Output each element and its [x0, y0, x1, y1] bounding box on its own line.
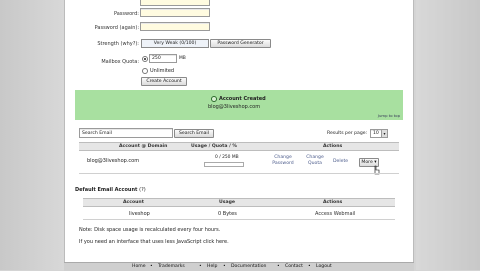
quota-unit: MB: [179, 56, 186, 61]
footer-sep: •: [277, 264, 280, 269]
chevron-down-icon: ▾: [381, 130, 387, 137]
account-usage: 0 / 250 MB: [215, 155, 239, 160]
quota-radio-unlimited[interactable]: [142, 68, 148, 74]
left-background: [0, 0, 64, 270]
default-header-usage: Usage: [219, 200, 235, 205]
default-account-usage: 0 Bytes: [218, 211, 237, 217]
default-account-table-header: Account Usage Actions: [83, 198, 395, 207]
disk-usage-note: Note: Disk space usage is recalculated e…: [79, 227, 221, 233]
create-account-button[interactable]: Create Account: [141, 77, 187, 86]
quota-value: 250: [152, 56, 161, 61]
accounts-table-bottom-border: [79, 173, 399, 174]
footer-logout-link[interactable]: Logout: [316, 264, 332, 269]
default-account-help-link[interactable]: (?): [139, 187, 146, 193]
search-email-input[interactable]: Search Email: [79, 128, 173, 138]
cpanel-email-page: Password: Password (again): Strength (wh…: [64, 0, 414, 262]
unlimited-label: Unlimited: [150, 68, 175, 74]
change-quota-link[interactable]: Change Quota: [305, 155, 325, 166]
password-strength-meter: Very Weak (0/100): [141, 39, 209, 48]
search-email-button[interactable]: Search Email: [174, 129, 214, 138]
quota-input[interactable]: 250: [149, 54, 177, 63]
footer-sep: •: [150, 264, 153, 269]
access-webmail-link[interactable]: Access Webmail: [315, 211, 355, 217]
footer-sep: •: [223, 264, 226, 269]
password-label: Password:: [113, 11, 139, 17]
results-per-page-value: 10: [373, 131, 379, 136]
results-per-page-label: Results per page:: [327, 131, 368, 136]
footer-trademarks-link[interactable]: Trademarks: [158, 264, 185, 269]
jump-to-top-link[interactable]: Jump to top: [378, 113, 400, 118]
account-created-notice: Account Created blog@3liveshop.com Jump …: [75, 90, 403, 120]
footer-contact-link[interactable]: Contact: [285, 264, 303, 269]
default-account-title-text: Default Email Account: [75, 187, 138, 193]
header-account-domain[interactable]: Account @ Domain: [119, 143, 167, 150]
password-again-input[interactable]: [140, 22, 210, 31]
footer-help-link[interactable]: Help: [207, 264, 217, 269]
quota-radio-limited[interactable]: [142, 56, 148, 62]
delete-link[interactable]: Delete: [333, 159, 348, 165]
default-header-account: Account: [123, 200, 144, 205]
footer-home-link[interactable]: Home: [132, 264, 146, 269]
usage-bar: [204, 162, 244, 167]
change-password-link[interactable]: Change Password: [271, 155, 295, 166]
right-background: [416, 0, 480, 270]
password-again-label: Password (again):: [94, 25, 139, 31]
email-local-part-input[interactable]: [140, 0, 210, 6]
header-usage-quota[interactable]: Usage / Quota / %: [191, 143, 237, 150]
success-check-icon: [211, 96, 217, 102]
header-actions: Actions: [323, 144, 343, 149]
less-javascript-link[interactable]: If you need an interface that uses less …: [79, 239, 229, 245]
accounts-table-header: Account @ Domain Usage / Quota / % Actio…: [79, 142, 399, 151]
mailbox-quota-label: Mailbox Quota:: [101, 59, 139, 65]
footer-sep: •: [308, 264, 311, 269]
default-table-bottom-border: [83, 219, 395, 220]
default-account-name: liveshop: [129, 211, 150, 217]
account-email: blog@3liveshop.com: [87, 158, 140, 164]
password-input[interactable]: [140, 8, 210, 17]
results-per-page-select[interactable]: 10 ▾: [370, 129, 388, 138]
default-header-actions: Actions: [323, 200, 343, 205]
default-email-account-title: Default Email Account (?): [75, 187, 146, 193]
notice-email: blog@3liveshop.com: [208, 104, 261, 110]
password-generator-button[interactable]: Password Generator: [210, 39, 271, 48]
footer-documentation-link[interactable]: Documentation: [231, 264, 266, 269]
search-email-value: Search Email: [82, 130, 112, 136]
strength-label: Strength (why?):: [97, 41, 139, 47]
footer-sep: •: [199, 264, 202, 269]
more-label: More: [361, 160, 373, 165]
notice-title: Account Created: [219, 96, 266, 102]
